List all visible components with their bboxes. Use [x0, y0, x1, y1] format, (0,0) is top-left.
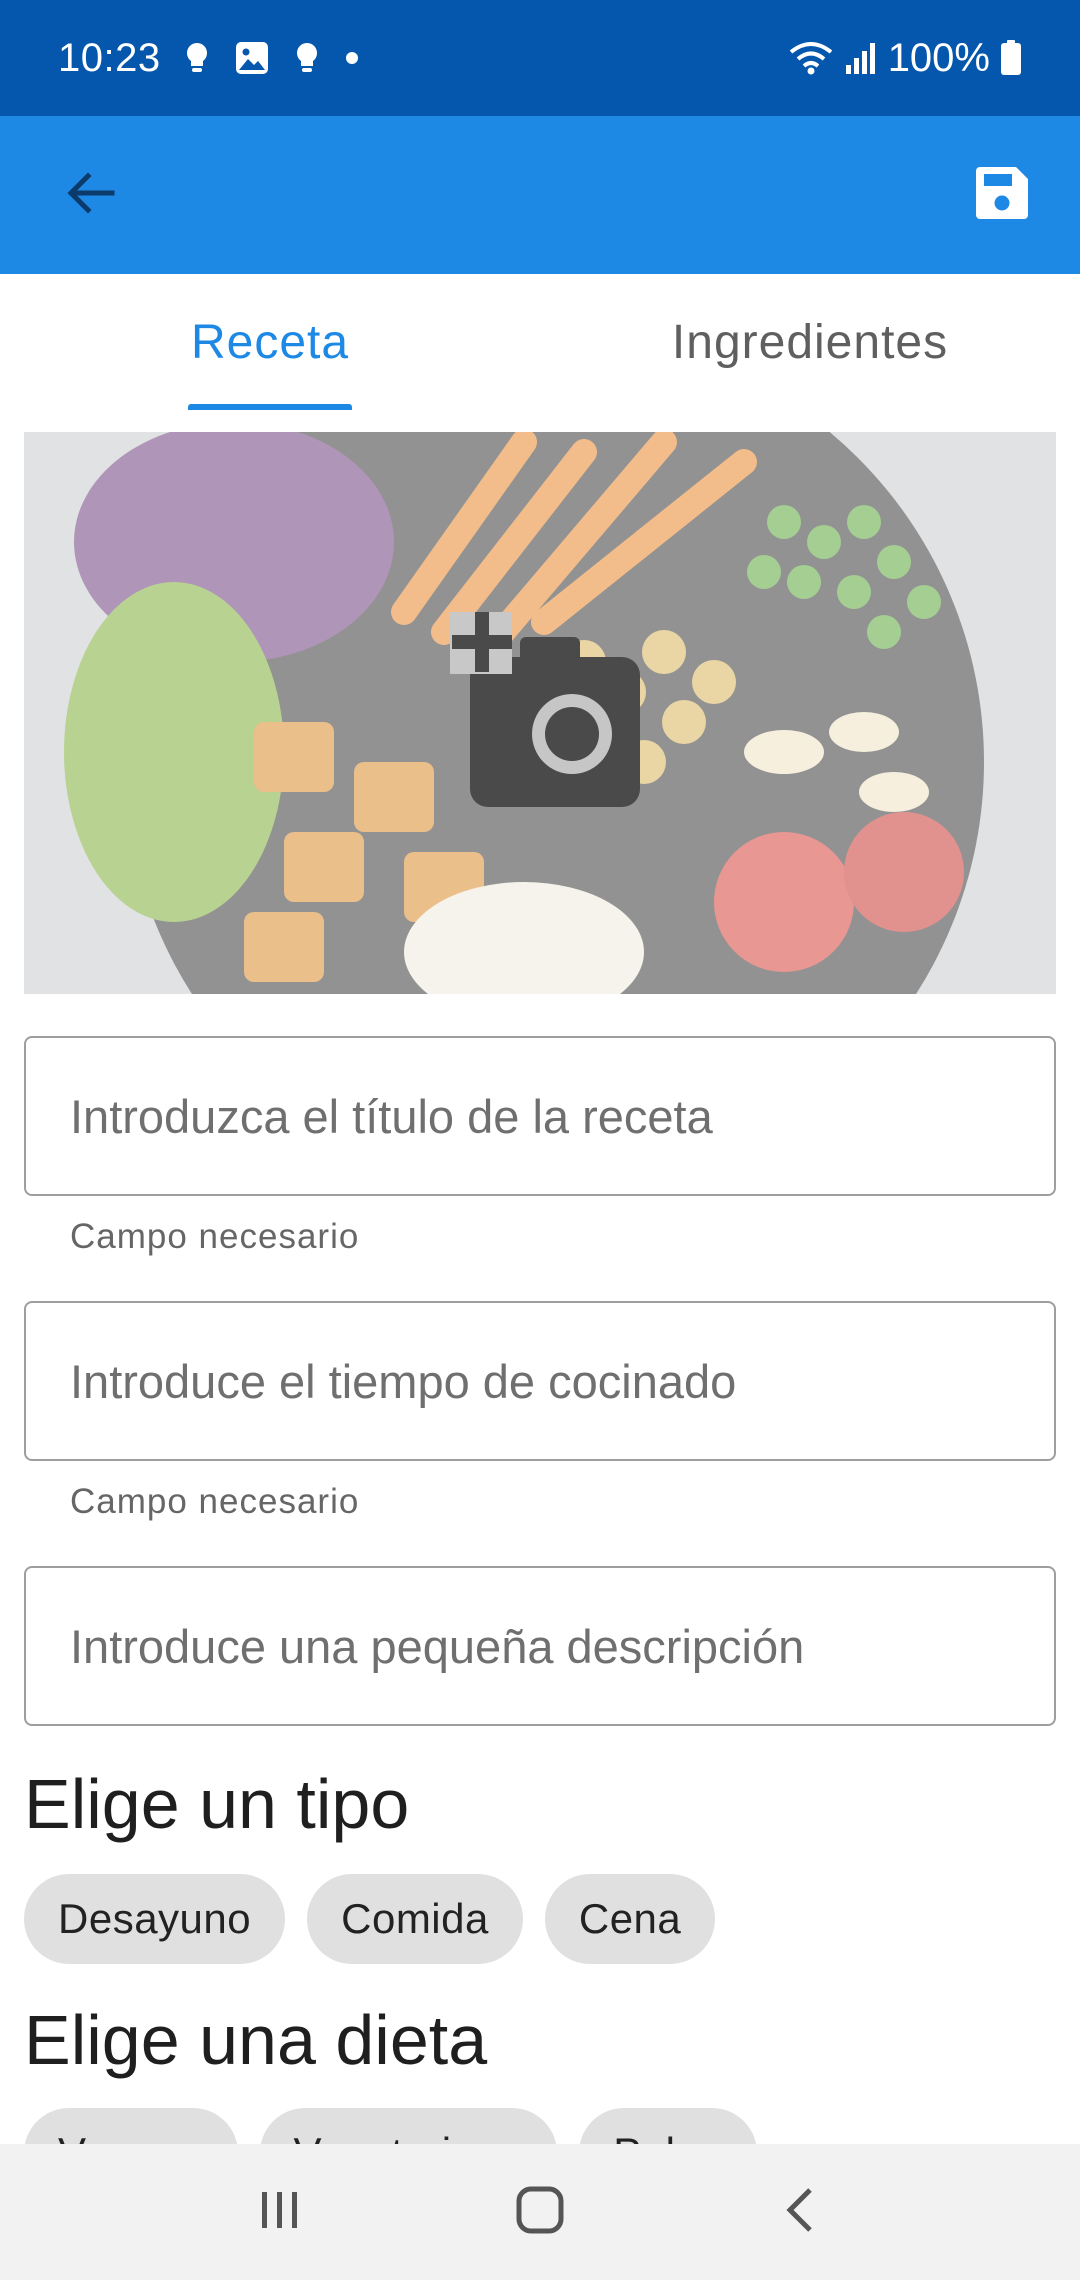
chip-comida[interactable]: Comida: [307, 1874, 523, 1964]
wifi-icon: [788, 40, 834, 76]
image-icon: [235, 41, 269, 75]
back-nav-icon: [780, 2185, 820, 2240]
system-nav-bar: [0, 2144, 1080, 2280]
cooking-time-field[interactable]: Introduce el tiempo de cocinado: [24, 1301, 1056, 1461]
tab-ingredientes[interactable]: Ingredientes: [540, 274, 1080, 410]
bulb-icon: [295, 42, 319, 74]
battery-level: 100%: [887, 35, 990, 80]
tab-ingredientes-label: Ingredientes: [671, 315, 949, 369]
home-button[interactable]: [490, 2162, 590, 2262]
chip-desayuno[interactable]: Desayuno: [24, 1874, 286, 1964]
signal-icon: [844, 41, 878, 75]
save-icon: [974, 165, 1030, 226]
recents-icon: [258, 2188, 302, 2237]
dot-icon: [345, 51, 359, 65]
cooking-time-helper: Campo necesario: [70, 1482, 360, 1521]
recipe-title-field[interactable]: Introduzca el título de la receta: [24, 1036, 1056, 1196]
app-bar: [0, 116, 1080, 274]
tab-indicator: [188, 404, 352, 410]
battery-icon: [1000, 40, 1022, 76]
save-button[interactable]: [960, 153, 1044, 237]
notification-icons: [185, 41, 359, 75]
recipe-image-picker[interactable]: [24, 432, 1056, 994]
tab-receta-label: Receta: [190, 315, 350, 369]
cooking-time-placeholder: Introduce el tiempo de cocinado: [70, 1354, 737, 1408]
back-nav-button[interactable]: [750, 2162, 850, 2262]
add-photo-icon: [450, 612, 670, 817]
status-bar: 10:23 100%: [0, 0, 1080, 116]
recipe-title-placeholder: Introduzca el título de la receta: [70, 1089, 713, 1143]
type-chip-row: Desayuno Comida Cena: [24, 1874, 716, 1964]
back-button[interactable]: [48, 153, 132, 237]
tab-bar: Receta Ingredientes: [0, 274, 1080, 410]
home-icon: [515, 2185, 565, 2240]
description-field[interactable]: Introduce una pequeña descripción: [24, 1566, 1056, 1726]
status-time: 10:23: [58, 35, 161, 80]
description-placeholder: Introduce una pequeña descripción: [70, 1619, 805, 1673]
recents-button[interactable]: [230, 2162, 330, 2262]
tab-receta[interactable]: Receta: [0, 274, 540, 410]
bulb-icon: [185, 42, 209, 74]
chip-cena[interactable]: Cena: [544, 1874, 716, 1964]
type-section-title: Elige un tipo: [24, 1765, 410, 1843]
recipe-title-helper: Campo necesario: [70, 1217, 360, 1256]
arrow-back-icon: [64, 167, 116, 224]
status-right: 100%: [788, 36, 1022, 81]
diet-section-title: Elige una dieta: [24, 2001, 488, 2079]
